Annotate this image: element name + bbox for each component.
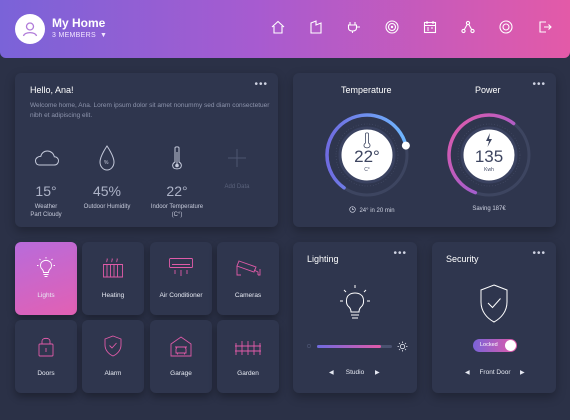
logout-icon[interactable] (537, 19, 553, 35)
lighting-card: Lighting ••• ◀ Studio ▶ (293, 242, 417, 393)
chevron-down-icon: ▼ (99, 32, 108, 39)
tile-label: Air Conditioner (159, 292, 203, 299)
cloud-icon (34, 150, 60, 166)
tile-label: Heating (101, 292, 125, 299)
user-icon (22, 22, 38, 37)
lighting-title: Lighting (307, 254, 339, 264)
plus-icon (228, 149, 246, 167)
more-icon[interactable]: ••• (532, 80, 546, 90)
indoor-temp-value: 22° (166, 183, 188, 199)
network-icon[interactable] (460, 19, 476, 35)
temperature-knob[interactable] (401, 141, 410, 150)
target-icon[interactable] (384, 19, 400, 35)
tile-label: Garden (237, 370, 259, 377)
tile-heating[interactable]: Heating (82, 242, 144, 315)
tile-doors[interactable]: Doors (15, 320, 77, 393)
indoor-temp-stat: 22° Indoor Temperature (C°) (148, 145, 206, 219)
prev-door-arrow[interactable]: ◀ (465, 369, 470, 376)
settings-icon[interactable] (498, 19, 514, 35)
tile-garden[interactable]: Garden (217, 320, 279, 393)
prev-room-arrow[interactable]: ◀ (329, 369, 334, 376)
power-unit: Kwh (484, 167, 494, 173)
lock-toggle-label: Locked (480, 342, 498, 348)
temperature-unit: C° (364, 167, 370, 173)
tile-label: Doors (37, 370, 55, 377)
weather-label: Weather Part Cloudy (30, 204, 62, 218)
welcome-text: Welcome home, Ana. Lorem ipsum dolor sit… (30, 102, 270, 119)
shield-icon (104, 335, 122, 357)
avatar[interactable] (15, 14, 45, 44)
bulb-icon (340, 285, 370, 319)
more-icon[interactable]: ••• (393, 249, 407, 259)
next-room-arrow[interactable]: ▶ (375, 369, 380, 376)
indoor-temp-label: Indoor Temperature (C°) (150, 204, 204, 218)
security-card: Security ••• Locked ◀ Front Door ▶ (432, 242, 556, 393)
tile-air-conditioner[interactable]: Air Conditioner (150, 242, 212, 315)
calendar-icon[interactable] (422, 19, 438, 35)
lock-icon (38, 337, 54, 357)
garage-icon (170, 336, 192, 357)
members-dropdown[interactable]: 3 MEMBERS ▼ (52, 32, 107, 39)
tile-cameras[interactable]: Cameras (217, 242, 279, 315)
sun-bright-icon (397, 341, 408, 352)
tile-alarm[interactable]: Alarm (82, 320, 144, 393)
tile-garage[interactable]: Garage (150, 320, 212, 393)
power-footer: Saving 187€ (472, 206, 506, 212)
shield-icon (480, 284, 508, 323)
humidity-label: Outdoor Humidity (83, 204, 131, 210)
tile-label: Cameras (234, 292, 262, 299)
home-title: My Home (52, 16, 106, 30)
room-selector[interactable]: Studio (335, 369, 375, 376)
humidity-stat: % 45% Outdoor Humidity (78, 145, 136, 211)
tile-lights[interactable]: Lights (15, 242, 77, 315)
tile-label: Alarm (104, 370, 122, 377)
rooms-icon[interactable] (308, 19, 324, 35)
weather-stat: 15° Weather Part Cloudy (17, 145, 75, 219)
plug-icon[interactable] (346, 19, 362, 35)
brightness-fill (317, 345, 381, 348)
temperature-value: 22° (354, 147, 380, 166)
tile-label: Lights (37, 292, 55, 299)
thermometer-icon (172, 146, 182, 170)
temperature-footer-text: 24° in 20 min (359, 208, 395, 214)
tile-label: Garage (170, 370, 192, 377)
more-icon[interactable]: ••• (254, 80, 268, 90)
door-selector[interactable]: Front Door (472, 369, 518, 376)
power-value: 135 (474, 147, 504, 166)
add-data-button[interactable]: Add Data (208, 145, 266, 191)
climate-card: Temperature Power ••• 22° C° 24° in 20 m… (293, 73, 556, 227)
security-title: Security (446, 254, 479, 264)
toggle-knob (505, 340, 516, 351)
bulb-icon (37, 257, 55, 277)
lock-toggle[interactable]: Locked (473, 339, 517, 352)
add-data-label: Add Data (224, 184, 250, 190)
radiator-icon (103, 258, 123, 278)
fence-icon (235, 341, 261, 355)
drop-icon: % (99, 145, 115, 171)
members-label: 3 MEMBERS (52, 32, 96, 39)
welcome-card: Hello, Ana! ••• Welcome home, Ana. Lorem… (15, 73, 278, 227)
power-title: Power (475, 85, 501, 95)
home-icon[interactable] (270, 19, 286, 35)
clock-icon (349, 206, 357, 213)
temperature-footer: 24° in 20 min (335, 206, 409, 214)
weather-value: 15° (35, 183, 57, 199)
ac-icon (169, 258, 193, 276)
top-header: My Home 3 MEMBERS ▼ (0, 0, 570, 58)
humidity-value: 45% (92, 183, 122, 199)
svg-text:%: % (104, 160, 109, 166)
next-door-arrow[interactable]: ▶ (520, 369, 525, 376)
camera-icon (236, 260, 261, 276)
sun-dim-icon (307, 344, 311, 348)
more-icon[interactable]: ••• (532, 249, 546, 259)
temperature-title: Temperature (341, 85, 392, 95)
welcome-title: Hello, Ana! (30, 85, 74, 95)
